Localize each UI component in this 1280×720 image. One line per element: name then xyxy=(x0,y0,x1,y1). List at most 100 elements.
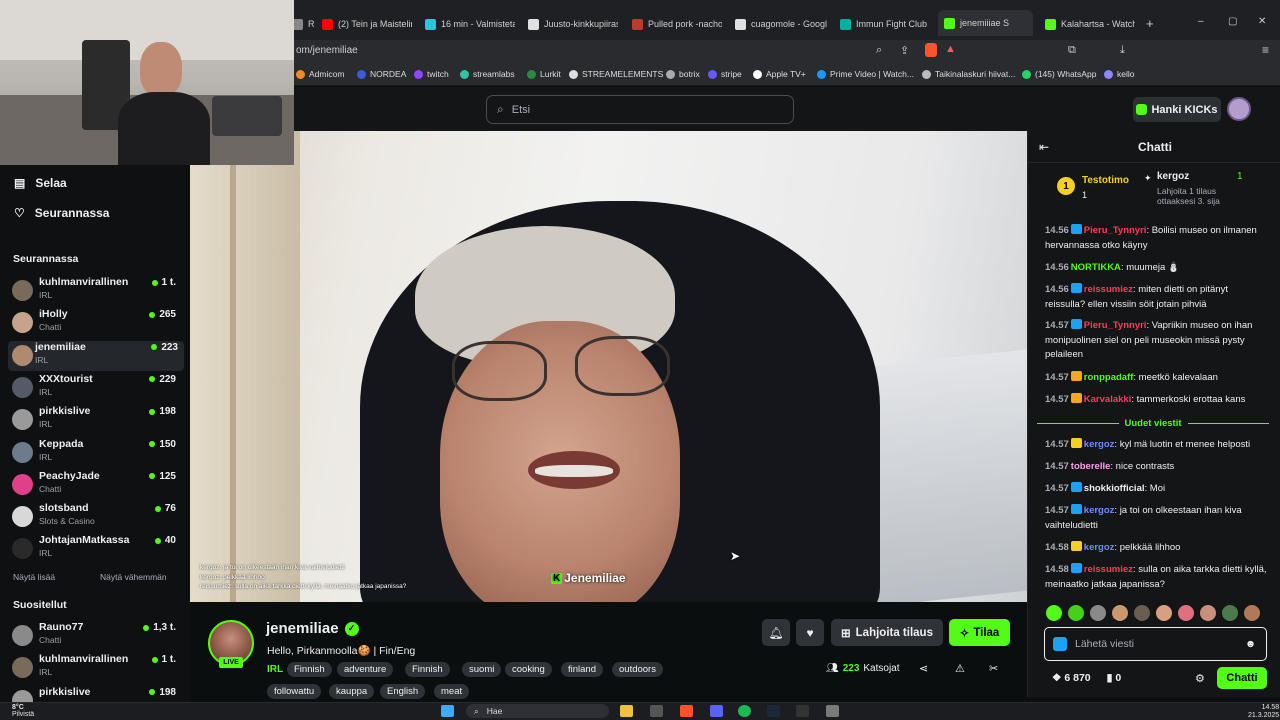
stream-tag[interactable]: English xyxy=(380,684,426,699)
message-username[interactable]: NORTIKKA xyxy=(1071,262,1121,273)
stream-tag[interactable]: followattu xyxy=(267,684,322,699)
emote-picker-icon[interactable] xyxy=(1053,637,1067,651)
message-username[interactable]: Pieru_Tynnyri xyxy=(1084,225,1147,236)
close-window-icon[interactable]: ✕ xyxy=(1258,16,1266,27)
settings-app-icon[interactable] xyxy=(826,705,839,717)
sidebar-channel[interactable]: JohtajanMatkassa IRL 40 xyxy=(12,534,182,564)
settings-icon[interactable]: ⚙ xyxy=(1195,672,1205,685)
emote-icon[interactable] xyxy=(1068,605,1084,621)
message-username[interactable]: reissumiez xyxy=(1084,564,1133,575)
message-username[interactable]: Pieru_Tynnyri xyxy=(1084,320,1147,331)
bookmark[interactable]: stripe xyxy=(708,69,742,79)
app-icon[interactable] xyxy=(650,705,663,717)
bookmark[interactable]: kello xyxy=(1104,69,1134,79)
stream-tag[interactable]: suomi xyxy=(462,662,502,677)
clip-icon[interactable]: ✂ xyxy=(989,662,998,675)
message-username[interactable]: kergoz xyxy=(1084,505,1115,516)
hanki-kicks-button[interactable]: Hanki KICKs xyxy=(1133,97,1221,122)
user-avatar[interactable] xyxy=(1227,97,1251,121)
download-icon[interactable]: ⤓ xyxy=(1120,44,1125,57)
share-icon[interactable]: ⇪ xyxy=(900,44,909,57)
report-icon[interactable]: ⚠ xyxy=(955,662,965,675)
browser-tab[interactable]: Juusto-kinkkupiiras xyxy=(528,13,618,35)
minimize-icon[interactable]: – xyxy=(1198,16,1204,27)
smiley-icon[interactable]: ☻ xyxy=(1245,638,1256,650)
message-username[interactable]: shokkiofficial xyxy=(1084,483,1145,494)
bookmark[interactable]: STREAMELEMENTS xyxy=(569,69,663,79)
sidebar-channel[interactable]: Rauno77 Chatti 1,3 t. xyxy=(12,621,182,651)
gift-sub-button[interactable]: ⊞ Lahjoita tilaus xyxy=(831,619,943,646)
stream-tag[interactable]: cooking xyxy=(505,662,552,677)
brave-icon[interactable] xyxy=(680,705,693,717)
show-more-button[interactable]: Näytä lisää xyxy=(13,572,55,582)
browser-tab[interactable]: cuagomole - Google xyxy=(735,13,827,35)
emote-icon[interactable] xyxy=(1200,605,1216,621)
emote-icon[interactable] xyxy=(1156,605,1172,621)
steam-icon[interactable] xyxy=(767,705,780,717)
taskbar-search[interactable]: ⌕ Hae xyxy=(466,704,609,718)
send-chat-button[interactable]: Chatti xyxy=(1217,667,1267,689)
sidebar-channel[interactable]: jenemiliae IRL 223 xyxy=(8,340,184,371)
file-explorer-icon[interactable] xyxy=(620,705,633,717)
bookmark[interactable]: (145) WhatsApp xyxy=(1022,69,1096,79)
notification-button[interactable]: 🔔︎ xyxy=(762,619,790,646)
follow-button[interactable]: ♥ xyxy=(796,619,824,646)
new-tab-icon[interactable]: + xyxy=(1146,16,1154,31)
bookmark[interactable]: botrix xyxy=(666,69,700,79)
message-username[interactable]: toberelle xyxy=(1071,461,1111,472)
collapse-chat-icon[interactable]: ⇤ xyxy=(1039,140,1049,154)
message-username[interactable]: reissumiez xyxy=(1084,284,1133,295)
emote-icon[interactable] xyxy=(1244,605,1260,621)
emote-icon[interactable] xyxy=(1178,605,1194,621)
browser-tab[interactable]: (2) Tein ja Maistelin xyxy=(322,13,412,35)
browser-tab[interactable]: Re xyxy=(292,13,314,35)
nav-following[interactable]: ♡ Seurannassa xyxy=(14,206,109,220)
emote-icon[interactable] xyxy=(1090,605,1106,621)
category-link[interactable]: IRL xyxy=(267,664,283,675)
sidebar-channel[interactable]: PeachyJade Chatti 125 xyxy=(12,470,182,500)
sidebar-channel[interactable]: Keppada IRL 150 xyxy=(12,438,182,468)
sidebar-channel[interactable]: kuhlmanvirallinen IRL 1 t. xyxy=(12,276,182,306)
stream-tag[interactable]: finland xyxy=(561,662,603,677)
show-less-button[interactable]: Näytä vähemmän xyxy=(100,572,167,582)
subscribe-button[interactable]: ✧ Tilaa xyxy=(949,619,1010,646)
bookmark[interactable]: Apple TV+ xyxy=(753,69,806,79)
weather-widget[interactable]: 8°C Pilvistä xyxy=(12,704,34,718)
emote-icon[interactable] xyxy=(1222,605,1238,621)
bookmark[interactable]: Prime Video | Watch... xyxy=(817,69,914,79)
sidebar-channel[interactable]: pirkkisliveIRL 198 xyxy=(12,405,182,435)
search-input[interactable]: ⌕ Etsi xyxy=(486,95,794,124)
bookmark[interactable]: twitch xyxy=(414,69,449,79)
spotify-icon[interactable] xyxy=(738,705,751,717)
stream-tag[interactable]: meat xyxy=(434,684,470,699)
browser-tab[interactable]: 16 min - Valmistetaa xyxy=(425,13,515,35)
share-icon[interactable]: ⋖ xyxy=(919,662,928,675)
rewards-icon[interactable]: ▲ xyxy=(945,43,956,55)
stream-tag[interactable]: Finnish xyxy=(287,662,332,677)
system-clock[interactable]: 14.58 21.3.2025 xyxy=(1248,704,1279,720)
nav-browse[interactable]: ▤ Selaa xyxy=(14,176,67,190)
discord-icon[interactable] xyxy=(710,705,723,717)
emote-icon[interactable] xyxy=(1112,605,1128,621)
message-username[interactable]: kergoz xyxy=(1084,542,1115,553)
browser-tab[interactable]: Immun Fight Club | xyxy=(840,13,928,35)
bookmark[interactable]: Admicom xyxy=(296,69,344,79)
browser-tab[interactable]: Pulled pork -nachot xyxy=(632,13,722,35)
bookmark[interactable]: streamlabs xyxy=(460,69,515,79)
stream-tag[interactable]: kauppa xyxy=(329,684,375,699)
zoom-icon[interactable]: ⌕ xyxy=(876,44,882,57)
channel-name[interactable]: jenemiliae ✓ xyxy=(266,620,359,637)
stream-tag[interactable]: adventure xyxy=(337,662,394,677)
menu-icon[interactable]: ≡ xyxy=(1262,43,1269,57)
windows-start-icon[interactable] xyxy=(441,705,454,717)
message-username[interactable]: ronppadaff xyxy=(1084,372,1134,383)
sidebar-channel[interactable]: slotsband Slots & Casino 76 xyxy=(12,502,182,532)
message-username[interactable]: Karvalakki xyxy=(1084,394,1132,405)
emote-bar[interactable] xyxy=(1046,605,1272,623)
extensions-icon[interactable]: ⧉ xyxy=(1068,44,1076,57)
maximize-icon[interactable]: ▢ xyxy=(1228,16,1237,27)
channel-points[interactable]: ❖ 6 870 ▮ 0 xyxy=(1052,672,1121,684)
emote-icon[interactable] xyxy=(1046,605,1062,621)
message-username[interactable]: kergoz xyxy=(1084,439,1115,450)
brave-shield-icon[interactable] xyxy=(925,43,937,57)
